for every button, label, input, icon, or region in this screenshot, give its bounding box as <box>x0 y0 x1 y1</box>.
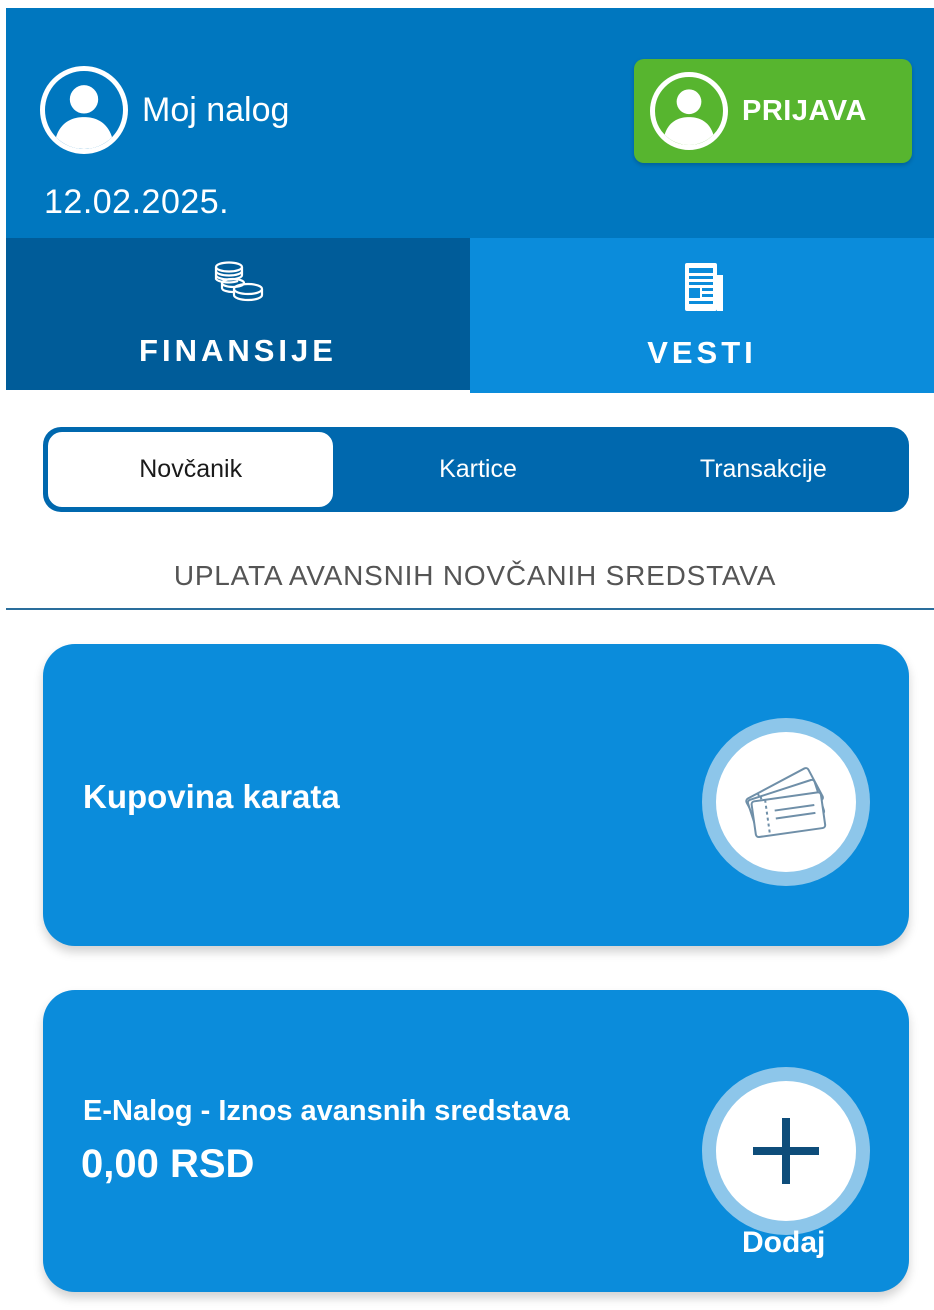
tickets-icon <box>745 767 827 839</box>
section-title: UPLATA AVANSNIH NOVČANIH SREDSTAVA <box>173 560 777 591</box>
user-avatar-icon <box>40 66 128 154</box>
current-date: 12.02.2025. <box>44 183 230 221</box>
plus-icon <box>753 1118 819 1184</box>
section-divider <box>6 608 934 610</box>
login-avatar-icon <box>650 72 728 150</box>
login-label: PRIJAVA <box>742 94 867 127</box>
app-header: Moj nalog 12.02.2025. PRIJAVA <box>6 8 934 238</box>
enalog-card: E-Nalog - Iznos avansnih sredstava 0,00 … <box>43 990 909 1292</box>
add-funds-label[interactable]: Dodaj <box>742 1226 825 1260</box>
buy-tickets-card[interactable]: Kupovina karata <box>43 644 909 946</box>
subtab-novcanik[interactable]: Novčanik <box>46 430 336 509</box>
tickets-icon-ring <box>702 718 870 886</box>
my-account-link[interactable]: Moj nalog <box>40 66 290 154</box>
buy-tickets-title: Kupovina karata <box>83 778 340 815</box>
enalog-amount: 0,00 RSD <box>81 1142 255 1186</box>
login-button[interactable]: PRIJAVA <box>634 59 912 163</box>
enalog-title: E-Nalog - Iznos avansnih sredstava <box>83 1095 570 1127</box>
subtab-transakcije[interactable]: Transakcije <box>621 430 906 509</box>
main-tab-bar: FINANSIJE VESTI <box>6 238 934 393</box>
coins-icon <box>214 261 264 302</box>
wallet-sub-tabs: Novčanik Kartice Transakcije <box>43 427 909 512</box>
tab-finansije-label: FINANSIJE <box>139 333 337 368</box>
newspaper-icon <box>685 262 723 311</box>
tab-finansije[interactable]: FINANSIJE <box>6 238 470 390</box>
tab-vesti[interactable]: VESTI <box>470 238 934 393</box>
tab-vesti-label: VESTI <box>647 334 757 370</box>
my-account-label: Moj nalog <box>142 90 290 129</box>
subtab-kartice[interactable]: Kartice <box>335 430 620 509</box>
add-funds-button[interactable] <box>702 1067 870 1235</box>
